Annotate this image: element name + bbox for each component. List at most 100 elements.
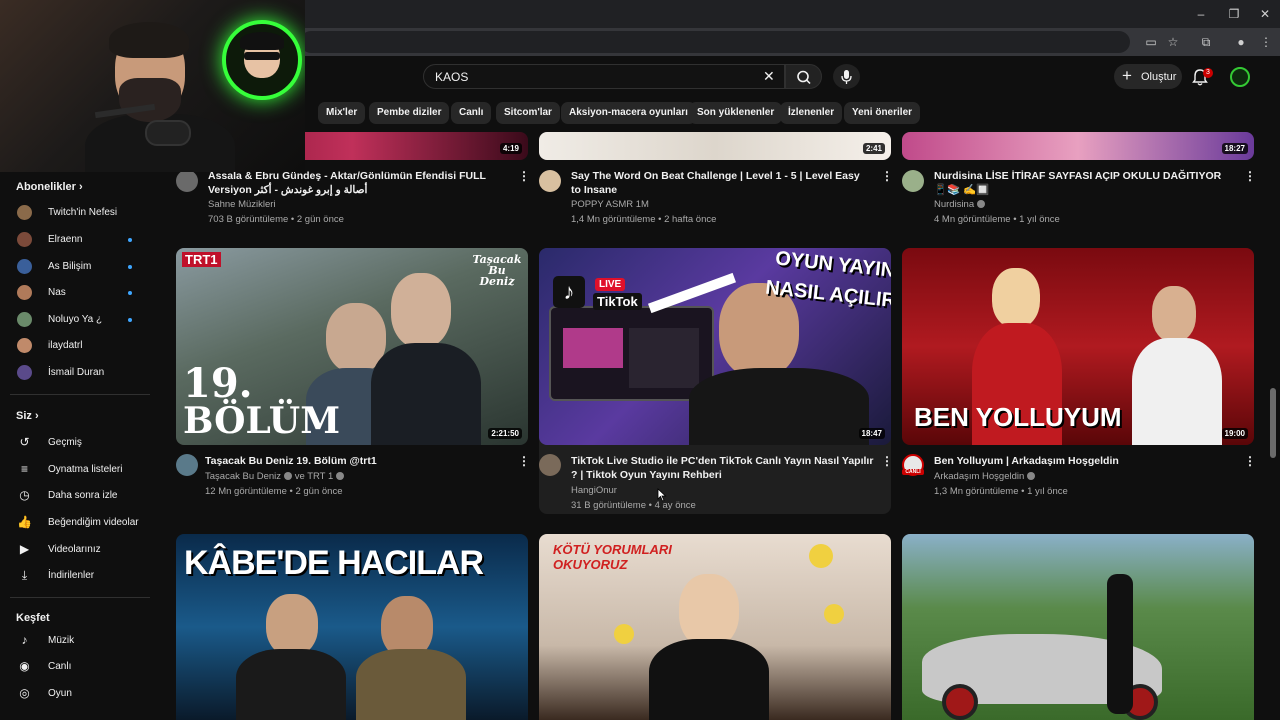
sidebar-item-twitchin-nefesi[interactable]: Twitch'in Nefesi — [0, 200, 155, 226]
sidebar-item-nas[interactable]: Nas — [0, 280, 155, 306]
video-thumbnail[interactable]: BEN YOLLUYUM 19:00 — [902, 248, 1254, 445]
sidebar-item-gaming[interactable]: ◎ Oyun — [0, 681, 155, 707]
channel-name[interactable]: HangiOnur — [571, 485, 617, 496]
address-bar[interactable] — [300, 31, 1130, 53]
bookmark-star-icon[interactable]: ☆ — [1165, 34, 1181, 50]
verified-icon — [1027, 472, 1036, 481]
sidebar-item-ilaydatrl[interactable]: ilaydatrl — [0, 333, 155, 359]
video-thumbnail[interactable]: 18:27 — [902, 132, 1254, 160]
video-card-hovered[interactable]: ♪ LIVE TikTok OYUN YAYINI NASIL AÇILIR? … — [539, 248, 893, 514]
channel-avatar[interactable]: CANLI — [902, 454, 924, 476]
channel-avatar[interactable] — [176, 454, 198, 476]
video-thumbnail[interactable] — [902, 534, 1254, 720]
channel-avatar[interactable] — [539, 454, 561, 476]
channel-avatar — [17, 232, 32, 247]
chip-sitcoms[interactable]: Sitcom'lar — [496, 102, 560, 124]
video-card[interactable]: BEN YOLLUYUM 19:00 CANLI Ben Yolluyum | … — [902, 248, 1256, 508]
chevron-right-icon: › — [78, 181, 83, 193]
sidebar-item-label: Canlı — [48, 661, 72, 672]
account-avatar[interactable] — [1230, 67, 1250, 87]
sidebar-item-elraenn[interactable]: Elraenn — [0, 227, 155, 253]
sidebar-item-live[interactable]: ◉ Canlı — [0, 654, 155, 680]
search-input[interactable]: KAOS ✕ — [423, 64, 785, 89]
more-options-icon[interactable]: ⋮ — [518, 169, 530, 183]
video-title[interactable]: Taşacak Bu Deniz 19. Bölüm @trt1 — [205, 454, 505, 468]
video-thumbnail[interactable]: 2:41 — [539, 132, 891, 160]
channel-avatar[interactable] — [902, 170, 924, 192]
channel-avatar[interactable] — [539, 170, 561, 192]
channel-name[interactable]: Nurdisina — [934, 199, 986, 210]
more-options-icon[interactable]: ⋮ — [1244, 169, 1256, 183]
more-options-icon[interactable]: ⋮ — [518, 454, 530, 468]
channel-avatar — [17, 338, 32, 353]
chip-watched[interactable]: İzlenenler — [780, 102, 843, 124]
extensions-icon[interactable]: ⧉ — [1198, 34, 1214, 50]
like-icon: 👍 — [17, 515, 32, 529]
video-title[interactable]: Nurdisina LİSE İTİRAF SAYFASI AÇIP OKULU… — [934, 169, 1234, 197]
tiktok-icon: ♪ — [553, 276, 585, 308]
video-title[interactable]: Ben Yolluyum | Arkadaşım Hoşgeldin — [934, 454, 1234, 468]
profile-icon[interactable]: ● — [1233, 34, 1249, 50]
channel-name[interactable]: Sahne Müzikleri — [208, 199, 276, 210]
mic-icon — [841, 70, 852, 84]
sidebar-item-your-videos[interactable]: ▶ Videolarınız — [0, 537, 155, 563]
watch-later-icon: ◷ — [19, 488, 30, 502]
chip-recently-uploaded[interactable]: Son yüklenenler — [689, 102, 783, 124]
create-button[interactable]: + Oluştur — [1114, 64, 1182, 89]
kebab-menu-icon[interactable]: ⋮ — [1258, 34, 1274, 50]
video-card[interactable]: 18:27 Nurdisina LİSE İTİRAF SAYFASI AÇIP… — [902, 132, 1256, 232]
video-card[interactable]: KÖTÜ YORUMLARI OKUYORUZ — [539, 534, 891, 720]
search-button[interactable] — [785, 64, 822, 89]
chip-live[interactable]: Canlı — [451, 102, 492, 124]
chip-mixes[interactable]: Mix'ler — [318, 102, 366, 124]
more-options-icon[interactable]: ⋮ — [1244, 454, 1256, 468]
video-meta: 1,3 Mn görüntüleme • 1 yıl önce — [934, 486, 1068, 497]
video-title[interactable]: Assala & Ebru Gündeş - Aktar/Gönlümün Ef… — [208, 169, 508, 197]
you-heading[interactable]: Siz › — [16, 410, 39, 422]
channel-name[interactable]: Taşacak Bu Deniz ve TRT 1 — [205, 471, 345, 482]
sidebar-item-history[interactable]: ↺ Geçmiş — [0, 430, 155, 456]
video-thumbnail[interactable]: TRT1 Taşacak Bu Deniz 19. BÖLÜM 2:21:50 — [176, 248, 528, 445]
mouse-cursor-icon — [657, 488, 667, 502]
sidebar-item-watch-later[interactable]: ◷ Daha sonra izle — [0, 483, 155, 509]
clear-search-icon[interactable]: ✕ — [763, 68, 775, 85]
video-card[interactable]: TRT1 Taşacak Bu Deniz 19. BÖLÜM 2:21:50 … — [176, 248, 530, 508]
chip-new-to-you[interactable]: Yeni öneriler — [844, 102, 921, 124]
close-window-icon[interactable]: ✕ — [1256, 5, 1274, 23]
video-thumbnail[interactable]: KÂBE'DE HACILAR — [176, 534, 528, 720]
sidebar-item-downloads[interactable]: ⤓ İndirilenler — [0, 563, 155, 589]
install-app-icon[interactable]: ▭ — [1143, 34, 1159, 50]
sidebar-item-music[interactable]: ♪ Müzik — [0, 628, 155, 654]
sidebar-item-as-bilisim[interactable]: As Bilişim — [0, 254, 155, 280]
video-thumbnail[interactable]: KÖTÜ YORUMLARI OKUYORUZ — [539, 534, 891, 720]
sidebar: Abonelikler › Twitch'in Nefesi Elraenn A… — [0, 172, 160, 720]
more-options-icon[interactable]: ⋮ — [881, 454, 893, 468]
video-card[interactable]: KÂBE'DE HACILAR — [176, 534, 528, 720]
sidebar-item-noluyo-ya[interactable]: Noluyo Ya ¿ — [0, 307, 155, 333]
channel-name[interactable]: Arkadaşım Hoşgeldin — [934, 471, 1036, 482]
restore-icon[interactable]: ❐ — [1225, 5, 1243, 23]
more-options-icon[interactable]: ⋮ — [881, 169, 893, 183]
trt1-logo: TRT1 — [182, 252, 221, 267]
sidebar-item-liked-videos[interactable]: 👍 Beğendiğim videolar — [0, 510, 155, 536]
tiktok-label: TikTok — [593, 293, 642, 310]
video-thumbnail[interactable]: ♪ LIVE TikTok OYUN YAYINI NASIL AÇILIR? … — [539, 248, 891, 445]
page-scrollbar[interactable] — [1270, 388, 1276, 458]
channel-avatar — [17, 205, 32, 220]
new-content-dot — [128, 291, 132, 295]
video-title[interactable]: TikTok Live Studio ile PC'den TikTok Can… — [571, 454, 876, 482]
channel-avatar[interactable] — [176, 170, 198, 192]
chip-action-adventure-games[interactable]: Aksiyon-macera oyunları — [561, 102, 696, 124]
channel-avatar — [17, 312, 32, 327]
channel-name[interactable]: POPPY ASMR 1M — [571, 199, 649, 210]
chip-soap-operas[interactable]: Pembe diziler — [369, 102, 450, 124]
video-card[interactable] — [902, 534, 1254, 720]
video-title[interactable]: Say The Word On Beat Challenge | Level 1… — [571, 169, 871, 197]
sidebar-item-ismail-duran[interactable]: İsmail Duran — [0, 360, 155, 386]
sidebar-item-playlists[interactable]: ≡ Oynatma listeleri — [0, 457, 155, 483]
video-card[interactable]: 2:41 Say The Word On Beat Challenge | Le… — [539, 132, 893, 232]
sidebar-item-label: Noluyo Ya ¿ — [48, 314, 103, 325]
subscriptions-heading[interactable]: Abonelikler › — [16, 181, 83, 193]
minimize-icon[interactable]: – — [1192, 5, 1210, 23]
voice-search-button[interactable] — [833, 64, 860, 89]
